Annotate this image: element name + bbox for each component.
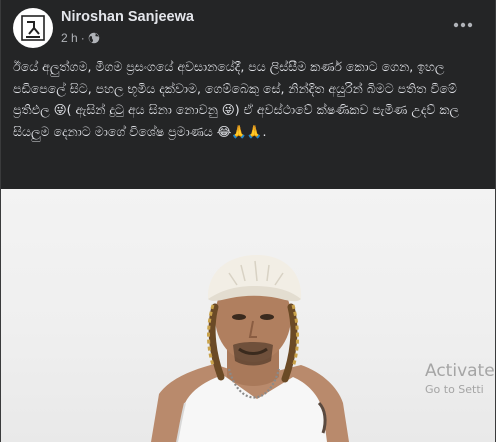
avatar-logo-icon (18, 13, 48, 43)
post-photo[interactable]: Activate Go to Setti (1, 189, 495, 442)
post-meta: 2 h · (61, 31, 100, 45)
more-options-icon[interactable] (449, 14, 477, 36)
watermark-line-1: Activate (425, 361, 495, 381)
globe-icon[interactable] (88, 32, 100, 44)
windows-activation-watermark: Activate Go to Setti (425, 361, 495, 396)
author-name[interactable]: Niroshan Sanjeewa (61, 9, 194, 25)
post-caption: ඊයේ අලුත්ගම, මීගම ප්‍රසංගයේ අවසානයේදී, ප… (13, 59, 464, 139)
watermark-line-2: Go to Setti (425, 382, 484, 396)
facebook-post: Niroshan Sanjeewa 2 h · ඊයේ අලුත්ගම, මීග… (0, 0, 496, 442)
post-header: Niroshan Sanjeewa 2 h · (1, 0, 495, 54)
meta-separator: · (80, 31, 85, 45)
author-avatar[interactable] (13, 8, 53, 48)
post-timestamp[interactable]: 2 h (61, 31, 78, 45)
